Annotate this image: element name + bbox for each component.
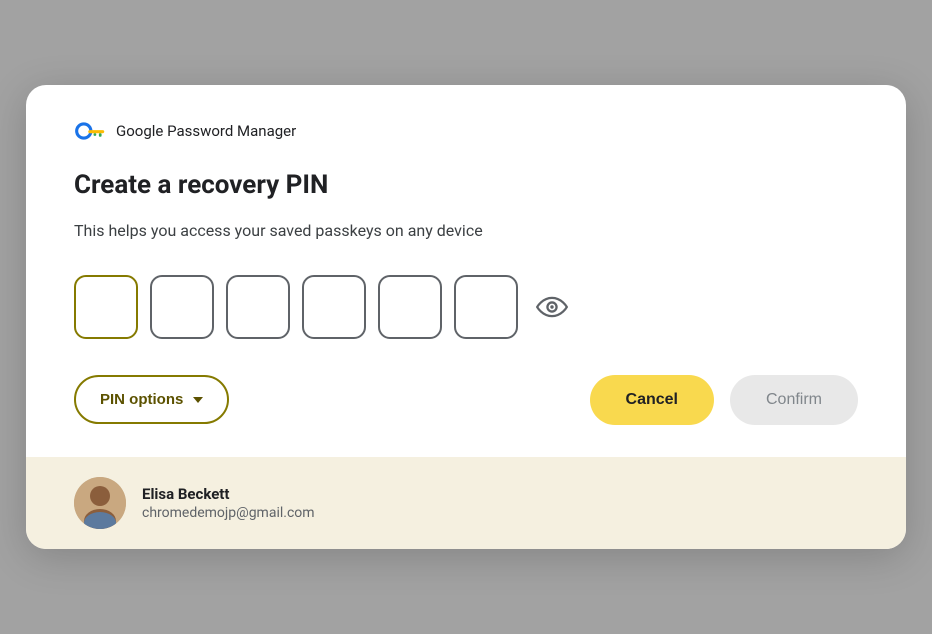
- user-info: Elisa Beckett chromedemojp@gmail.com: [142, 485, 315, 521]
- pin-box-6[interactable]: [454, 275, 518, 339]
- recovery-pin-dialog: Google Password Manager Create a recover…: [26, 85, 906, 549]
- pin-box-4[interactable]: [302, 275, 366, 339]
- dialog-title: Create a recovery PIN: [74, 169, 858, 203]
- google-password-manager-icon: [74, 121, 106, 141]
- pin-box-5[interactable]: [378, 275, 442, 339]
- pin-options-label: PIN options: [100, 391, 183, 408]
- toggle-pin-visibility-button[interactable]: [534, 289, 570, 325]
- pin-box-2[interactable]: [150, 275, 214, 339]
- action-buttons-group: Cancel Confirm: [590, 375, 858, 425]
- dialog-header: Google Password Manager: [74, 121, 858, 141]
- app-name-label: Google Password Manager: [116, 122, 296, 140]
- pin-options-button[interactable]: PIN options: [74, 375, 229, 424]
- pin-box-3[interactable]: [226, 275, 290, 339]
- user-name: Elisa Beckett: [142, 485, 315, 503]
- chevron-down-icon: [193, 397, 203, 403]
- pin-input-row: [74, 275, 858, 339]
- pin-box-1[interactable]: [74, 275, 138, 339]
- confirm-button[interactable]: Confirm: [730, 375, 858, 425]
- user-account-footer: Elisa Beckett chromedemojp@gmail.com: [26, 457, 906, 549]
- cancel-button[interactable]: Cancel: [590, 375, 714, 425]
- avatar: [74, 477, 126, 529]
- user-email: chromedemojp@gmail.com: [142, 505, 315, 521]
- dialog-actions: PIN options Cancel Confirm: [74, 375, 858, 457]
- dialog-subtitle: This helps you access your saved passkey…: [74, 219, 858, 243]
